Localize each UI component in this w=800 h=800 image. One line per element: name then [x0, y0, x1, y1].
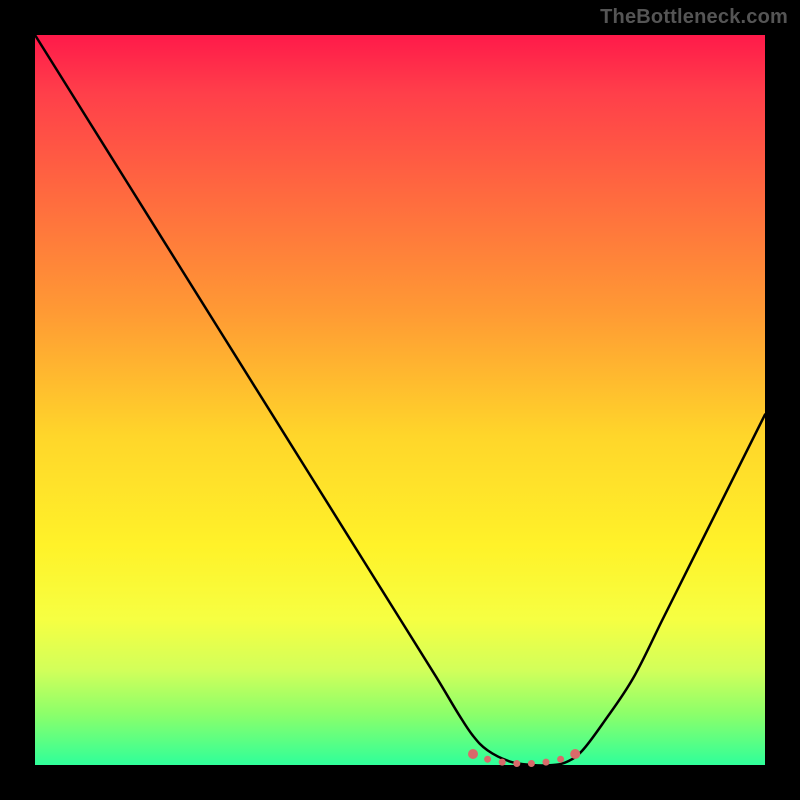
plot-area [35, 35, 765, 765]
trough-dot [484, 756, 491, 763]
trough-dot [543, 759, 550, 766]
curve-svg [35, 35, 765, 765]
watermark-text: TheBottleneck.com [600, 6, 788, 29]
trough-dot [557, 756, 564, 763]
bottleneck-curve [35, 35, 765, 766]
trough-dot [513, 760, 520, 767]
trough-dot [570, 749, 580, 759]
trough-dot [528, 760, 535, 767]
chart-frame: TheBottleneck.com [0, 0, 800, 800]
trough-dot [468, 749, 478, 759]
trough-dot [499, 759, 506, 766]
